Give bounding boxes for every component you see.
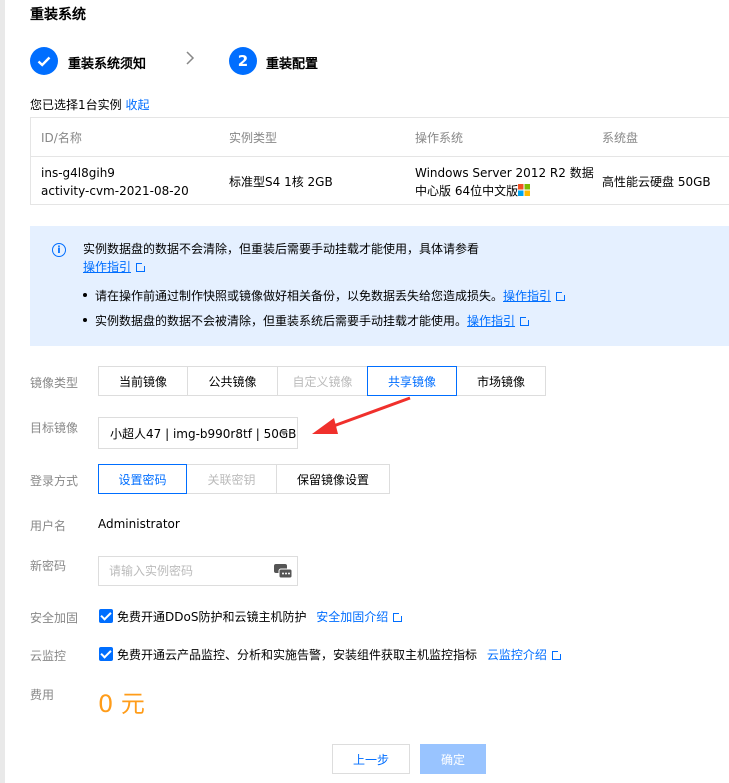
target-image-label: 目标镜像 (30, 421, 79, 435)
image-type-market[interactable]: 市场镜像 (456, 366, 546, 396)
step-1-label: 重装系统须知 (68, 57, 147, 72)
prev-button[interactable]: 上一步 (332, 744, 410, 774)
notice-intro-link[interactable]: 操作指引 (83, 260, 131, 274)
username-value: Administrator (98, 517, 180, 531)
password-generator-icon[interactable] (273, 562, 293, 580)
windows-logo-icon (518, 184, 531, 196)
monitoring-text: 免费开通云产品监控、分析和实施告警，安装组件获取主机监控指标 (117, 648, 478, 662)
new-password-label: 新密码 (30, 559, 67, 573)
login-keep-image-settings[interactable]: 保留镜像设置 (276, 464, 390, 494)
col-header-id: ID/名称 (41, 131, 82, 145)
login-method-label: 登录方式 (30, 474, 79, 488)
notice-bullet-1-link[interactable]: 操作指引 (503, 289, 551, 303)
bullet-icon (83, 318, 87, 322)
monitoring-label: 云监控 (30, 649, 67, 663)
image-type-label: 镜像类型 (30, 376, 79, 390)
backdrop-edge (0, 0, 5, 783)
image-type-current[interactable]: 当前镜像 (98, 366, 188, 396)
table-row: ins-g4l8gih9 activity-cvm-2021-08-20 (41, 164, 189, 200)
external-link-icon (136, 261, 148, 272)
external-link-icon (556, 290, 568, 301)
os-line-2: 中心版 64位中文版 (415, 184, 519, 198)
step-2-label: 重装配置 (266, 57, 319, 72)
notice-bullet-2: 实例数据盘的数据不会被清除，但重装系统后需要手动挂载才能使用。操作指引 (83, 312, 532, 330)
info-icon: i (52, 243, 66, 257)
external-link-icon (520, 315, 532, 326)
notice-intro: 实例数据盘的数据不会清除，但重装后需要手动挂载才能使用，具体请参看 操作指引 (83, 240, 479, 276)
step-done-icon (30, 47, 58, 75)
os-line-2-wrap: 中心版 64位中文版 (415, 182, 594, 200)
notice-bullet-1-text: 请在操作前通过制作快照或镜像做好相关备份，以免数据丢失给您造成损失。 (95, 289, 504, 303)
instance-table: ID/名称 实例类型 操作系统 系统盘 ins-g4l8gih9 activit… (30, 117, 729, 205)
security-label: 安全加固 (30, 611, 79, 625)
caret-down-icon (280, 431, 288, 436)
monitoring-row: 免费开通云产品监控、分析和实施告警，安装组件获取主机监控指标 云监控介绍 (117, 646, 563, 663)
notice-bullet-2-link[interactable]: 操作指引 (467, 314, 515, 328)
external-link-icon (551, 649, 563, 660)
monitoring-checkbox[interactable] (99, 647, 113, 661)
instance-id: ins-g4l8gih9 (41, 166, 115, 180)
dialog-title: 重装系统 (30, 7, 86, 23)
instance-os: Windows Server 2012 R2 数据 中心版 64位中文版 (415, 164, 594, 200)
instance-disk: 高性能云硬盘 50GB (602, 175, 711, 189)
security-row: 免费开通DDoS防护和云镜主机防护 安全加固介绍 (117, 608, 405, 625)
step-2-index: 2 (229, 47, 257, 75)
red-arrow-annotation (312, 396, 411, 434)
login-associate-key: 关联密钥 (186, 464, 277, 494)
confirm-button[interactable]: 确定 (420, 744, 486, 774)
col-header-disk: 系统盘 (602, 131, 639, 145)
security-link[interactable]: 安全加固介绍 (316, 610, 388, 624)
target-image-select[interactable]: 小超人47 | img-b990r8tf | 50GB (98, 417, 298, 449)
collapse-link[interactable]: 收起 (125, 98, 149, 112)
monitoring-link[interactable]: 云监控介绍 (487, 648, 547, 662)
selection-text: 您已选择1台实例 (30, 98, 122, 112)
login-method-segment: 设置密码 关联密钥 保留镜像设置 (98, 464, 390, 494)
notice-intro-text: 实例数据盘的数据不会清除，但重装后需要手动挂载才能使用，具体请参看 (83, 242, 480, 256)
username-label: 用户名 (30, 519, 67, 533)
col-header-os: 操作系统 (415, 131, 464, 145)
os-line-1: Windows Server 2012 R2 数据 (415, 166, 594, 180)
notice-bullet-2-text: 实例数据盘的数据不会被清除，但重装系统后需要手动挂载才能使用。 (95, 314, 468, 328)
new-password-input[interactable] (98, 556, 298, 586)
fee-value: 0 元 (98, 690, 145, 718)
fee-label: 费用 (30, 688, 55, 702)
login-set-password[interactable]: 设置密码 (98, 464, 187, 494)
info-notice: i 实例数据盘的数据不会清除，但重装后需要手动挂载才能使用，具体请参看 操作指引… (30, 226, 729, 346)
security-text: 免费开通DDoS防护和云镜主机防护 (117, 610, 307, 624)
external-link-icon (393, 611, 405, 622)
bullet-icon (83, 293, 87, 297)
instance-name: activity-cvm-2021-08-20 (41, 184, 189, 198)
chevron-right-icon (185, 49, 195, 70)
image-type-public[interactable]: 公共镜像 (187, 366, 278, 396)
notice-bullet-1: 请在操作前通过制作快照或镜像做好相关备份，以免数据丢失给您造成损失。操作指引 (83, 287, 568, 305)
target-image-value: 小超人47 | img-b990r8tf | 50GB (110, 426, 297, 441)
table-header: ID/名称 实例类型 操作系统 系统盘 (31, 118, 729, 157)
col-header-type: 实例类型 (229, 131, 278, 145)
instance-type: 标准型S4 1核 2GB (229, 175, 333, 189)
security-checkbox[interactable] (99, 609, 113, 623)
selection-summary: 您已选择1台实例 收起 (30, 96, 149, 113)
image-type-shared[interactable]: 共享镜像 (367, 366, 457, 396)
